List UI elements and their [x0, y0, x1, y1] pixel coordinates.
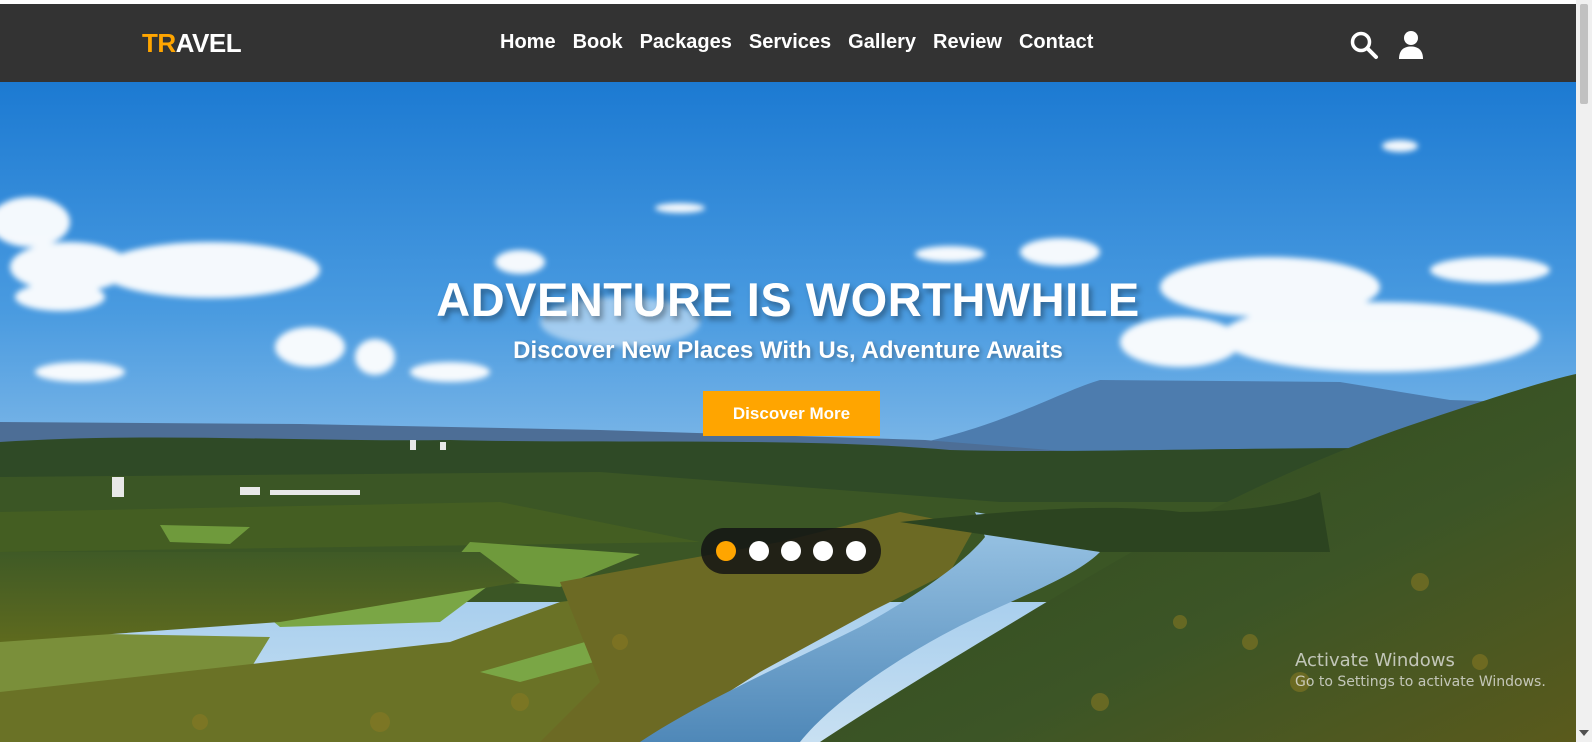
slider-pagination: [701, 528, 881, 574]
nav-services[interactable]: Services: [749, 31, 831, 54]
slider-dot-5[interactable]: [846, 541, 866, 561]
watermark-subtitle: Go to Settings to activate Windows.: [1295, 674, 1546, 690]
nav-review[interactable]: Review: [933, 31, 1002, 54]
logo-accent: TR: [142, 28, 176, 58]
slider-dot-2[interactable]: [749, 541, 769, 561]
nav-gallery[interactable]: Gallery: [848, 31, 916, 54]
nav-home[interactable]: Home: [500, 31, 556, 54]
search-icon[interactable]: [1349, 30, 1379, 60]
main-nav: Home Book Packages Services Gallery Revi…: [500, 31, 1110, 54]
page-scrollbar[interactable]: [1576, 0, 1592, 742]
scroll-down-arrow-icon[interactable]: [1579, 730, 1589, 736]
nav-book[interactable]: Book: [573, 31, 623, 54]
logo[interactable]: TRAVEL: [142, 28, 242, 59]
page: TRAVEL Home Book Packages Services Galle…: [0, 0, 1592, 742]
scrollbar-thumb[interactable]: [1580, 4, 1588, 104]
nav-contact[interactable]: Contact: [1019, 31, 1093, 54]
activate-windows-watermark: Activate Windows Go to Settings to activ…: [1295, 650, 1546, 690]
hero-section: ADVENTURE IS WORTHWHILE Discover New Pla…: [0, 82, 1576, 742]
user-icon[interactable]: [1396, 30, 1426, 60]
slider-dot-1[interactable]: [716, 541, 736, 561]
slider-dot-4[interactable]: [813, 541, 833, 561]
slider-dot-3[interactable]: [781, 541, 801, 561]
watermark-title: Activate Windows: [1295, 650, 1455, 671]
discover-more-button[interactable]: Discover More: [703, 391, 880, 436]
logo-rest: AVEL: [175, 28, 242, 58]
nav-packages[interactable]: Packages: [640, 31, 732, 54]
hero-subtitle: Discover New Places With Us, Adventure A…: [513, 337, 1063, 364]
site-header: TRAVEL Home Book Packages Services Galle…: [0, 4, 1576, 82]
hero-title: ADVENTURE IS WORTHWHILE: [436, 273, 1140, 326]
